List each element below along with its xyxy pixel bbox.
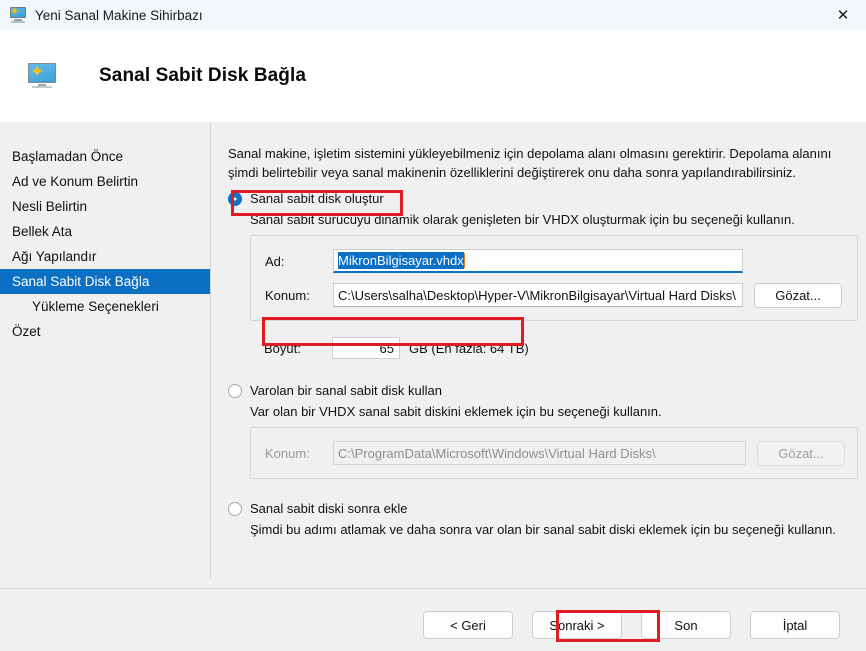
size-unit-label: GB (En fazla: 64 TB) <box>409 340 529 356</box>
sidebar-item-nesli-belirtin[interactable]: Nesli Belirtin <box>0 194 210 219</box>
cancel-button[interactable]: İptal <box>750 611 840 639</box>
page-title: Sanal Sabit Disk Bağla <box>99 65 307 86</box>
location-field-label: Konum: <box>265 287 310 303</box>
footer-button-group: < Geri Sonraki > Son İptal <box>423 611 840 639</box>
name-input-value: MikronBilgisayar.vhdx <box>338 252 464 269</box>
option-existing-disk-block: Varolan bir sanal sabit disk kullan Var … <box>228 383 858 479</box>
back-button[interactable]: < Geri <box>423 611 513 639</box>
starburst-icon: ✦ <box>30 62 45 81</box>
existing-browse-button: Gözat... <box>757 440 845 466</box>
existing-location-input: C:\ProgramData\Microsoft\Windows\Virtual… <box>333 441 746 465</box>
sidebar-item-ad-ve-konum[interactable]: Ad ve Konum Belirtin <box>0 169 210 194</box>
next-button[interactable]: Sonraki > <box>532 611 622 639</box>
name-field-label: Ad: <box>265 253 285 269</box>
name-field-row: Ad: MikronBilgisayar.vhdx <box>265 248 845 274</box>
wizard-steps-sidebar: Başlamadan Önce Ad ve Konum Belirtin Nes… <box>0 122 210 344</box>
size-input[interactable]: 65 <box>332 337 400 359</box>
size-field-row: Boyut: 65 GB (En fazla: 64 TB) <box>250 335 858 361</box>
existing-disk-description: Var olan bir VHDX sanal sabit diskini ek… <box>250 404 662 419</box>
radio-create-disk-label: Sanal sabit disk oluştur <box>250 191 384 206</box>
radio-button-icon[interactable] <box>228 501 242 516</box>
browse-button[interactable]: Gözat... <box>754 282 842 308</box>
wizard-header-icon: ✦ <box>27 63 57 89</box>
radio-attach-later-label: Sanal sabit diski sonra ekle <box>250 501 408 516</box>
sidebar-item-ozet[interactable]: Özet <box>0 319 210 344</box>
radio-button-icon[interactable] <box>228 383 242 398</box>
radio-attach-later[interactable]: Sanal sabit diski sonra ekle <box>228 501 858 516</box>
sidebar-item-yukleme-secenekleri[interactable]: Yükleme Seçenekleri <box>0 294 210 319</box>
wizard-content: Sanal makine, işletim sistemini yükleyeb… <box>228 122 858 537</box>
attach-later-description: Şimdi bu adımı atlamak ve daha sonra var… <box>250 522 837 537</box>
window-titlebar: ✦ Yeni Sanal Makine Sihirbazı ✕ <box>0 0 866 30</box>
existing-location-label: Konum: <box>265 445 310 461</box>
location-field-row: Konum: C:\Users\salha\Desktop\Hyper-V\Mi… <box>265 282 845 308</box>
sidebar-item-bellek-ata[interactable]: Bellek Ata <box>0 219 210 244</box>
name-input[interactable]: MikronBilgisayar.vhdx <box>333 249 743 273</box>
starburst-icon: ✦ <box>10 6 20 18</box>
create-disk-fields-panel: Ad: MikronBilgisayar.vhdx Konum: C:\User… <box>250 235 858 321</box>
sidebar-item-baslamadan-once[interactable]: Başlamadan Önce <box>0 144 210 169</box>
location-input[interactable]: C:\Users\salha\Desktop\Hyper-V\MikronBil… <box>333 283 743 307</box>
sidebar-item-sanal-sabit-disk-bagla[interactable]: Sanal Sabit Disk Bağla <box>0 269 210 294</box>
sidebar-item-agi-yapilandir[interactable]: Ağı Yapılandır <box>0 244 210 269</box>
window-icon: ✦ <box>9 7 27 23</box>
radio-existing-disk[interactable]: Varolan bir sanal sabit disk kullan <box>228 383 858 398</box>
wizard-body: Başlamadan Önce Ad ve Konum Belirtin Nes… <box>0 122 866 588</box>
text-caret <box>463 253 465 268</box>
wizard-header: ✦ Sanal Sabit Disk Bağla <box>0 30 866 122</box>
create-disk-description: Sanal sabit sürücüyü dinamik olarak geni… <box>250 212 795 227</box>
existing-disk-fields-panel: Konum: C:\ProgramData\Microsoft\Windows\… <box>250 427 858 479</box>
close-icon[interactable]: ✕ <box>820 0 866 30</box>
window-title: Yeni Sanal Makine Sihirbazı <box>35 7 203 23</box>
size-field-label: Boyut: <box>264 340 301 356</box>
option-attach-later-block: Sanal sabit diski sonra ekle Şimdi bu ad… <box>228 501 858 537</box>
radio-create-disk[interactable]: Sanal sabit disk oluştur <box>228 191 858 206</box>
intro-text: Sanal makine, işletim sistemini yükleyeb… <box>228 146 832 180</box>
existing-location-field-row: Konum: C:\ProgramData\Microsoft\Windows\… <box>265 440 845 466</box>
option-create-disk-block: Sanal sabit disk oluştur Sanal sabit sür… <box>228 191 858 361</box>
finish-button[interactable]: Son <box>641 611 731 639</box>
wizard-footer: < Geri Sonraki > Son İptal <box>0 589 866 651</box>
radio-existing-disk-label: Varolan bir sanal sabit disk kullan <box>250 383 442 398</box>
radio-button-icon[interactable] <box>228 191 242 206</box>
sidebar-divider <box>210 122 211 578</box>
